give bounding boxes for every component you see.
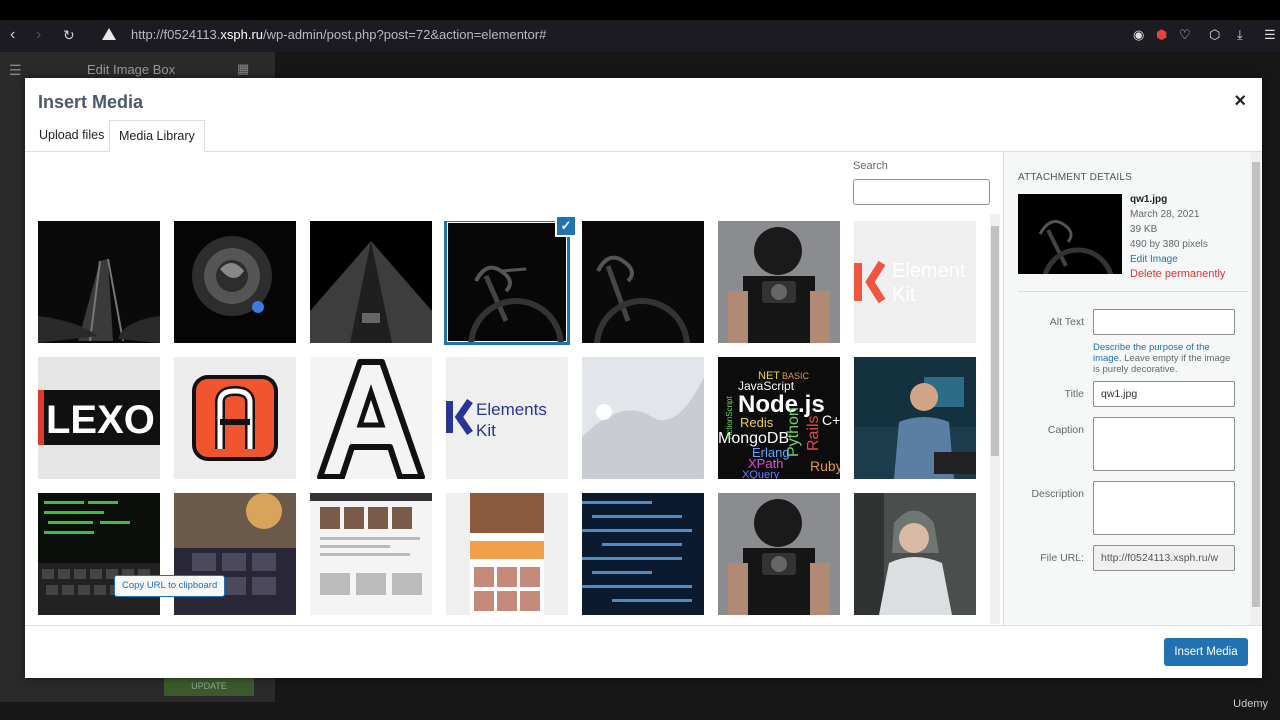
- modal-title: Insert Media: [38, 92, 144, 112]
- search-label: Search: [853, 160, 888, 172]
- media-item-man-computer[interactable]: [854, 357, 976, 479]
- elementskit2-text-1: Elements: [476, 400, 547, 419]
- media-item-code[interactable]: [582, 493, 704, 615]
- media-item-elementskit-2[interactable]: Elements Kit: [446, 357, 568, 479]
- media-item-photographer-2[interactable]: [718, 493, 840, 615]
- description-field[interactable]: [1093, 481, 1235, 535]
- alt-text-label: Alt Text: [1049, 316, 1084, 328]
- details-divider: [1018, 291, 1248, 292]
- caption-label: Caption: [1047, 424, 1084, 436]
- close-icon[interactable]: ×: [1234, 90, 1246, 113]
- modal-footer: Insert Media: [25, 625, 1262, 678]
- media-item-elementskit[interactable]: Element Kit: [854, 221, 976, 343]
- attachment-details-sidebar: ATTACHMENT DETAILS qw1.jpg March 28, 202…: [1003, 152, 1262, 625]
- word-rails: Rails: [805, 415, 822, 451]
- elementskit-text-1: Element: [892, 260, 966, 282]
- media-item-a-outline[interactable]: [310, 357, 432, 479]
- media-grid: Element Kit LEXO Elements Kit NET BASIC Ja…: [38, 221, 978, 621]
- delete-permanently-link[interactable]: Delete permanently: [1130, 267, 1225, 282]
- forward-icon[interactable]: ›: [36, 26, 41, 44]
- search-input[interactable]: [853, 179, 990, 205]
- sidebar-scrollbar[interactable]: [1250, 152, 1262, 625]
- details-meta: qw1.jpg March 28, 2021 39 KB 490 by 380 …: [1130, 192, 1225, 282]
- warning-icon[interactable]: [102, 28, 116, 40]
- file-url-label: File URL:: [1040, 552, 1084, 564]
- details-thumbnail: [1018, 194, 1122, 274]
- grid-icon[interactable]: ▦: [237, 61, 249, 77]
- title-label: Title: [1064, 388, 1084, 400]
- shield-icon[interactable]: ⬢: [1156, 27, 1167, 43]
- media-item-woman[interactable]: [854, 493, 976, 615]
- word-cpp: C++: [822, 412, 840, 428]
- word-xquery: XQuery: [742, 469, 780, 479]
- selected-check-icon[interactable]: ✓: [555, 215, 577, 237]
- caption-field[interactable]: [1093, 417, 1235, 471]
- camera-icon[interactable]: ◉: [1133, 27, 1144, 43]
- word-ruby: Ruby: [810, 458, 840, 474]
- media-item-placeholder[interactable]: [582, 357, 704, 479]
- panel-title: Edit Image Box: [87, 62, 176, 77]
- details-date: March 28, 2021: [1130, 209, 1200, 220]
- word-redis: Redis: [740, 415, 774, 430]
- copy-url-button[interactable]: Copy URL to clipboard: [114, 575, 226, 597]
- lexo-text: LEXO: [46, 398, 155, 442]
- tab-upload-files[interactable]: Upload files: [30, 120, 113, 152]
- word-nodejs: Node.js: [738, 391, 825, 418]
- media-item-website-light[interactable]: [310, 493, 432, 615]
- details-size: 39 KB: [1130, 224, 1158, 235]
- insert-media-button[interactable]: Insert Media: [1164, 638, 1248, 666]
- media-item-hands[interactable]: [38, 221, 160, 343]
- media-item-rose[interactable]: [174, 221, 296, 343]
- details-heading: ATTACHMENT DETAILS: [1018, 172, 1132, 183]
- elementskit2-text-2: Kit: [476, 421, 496, 440]
- file-url-field[interactable]: [1093, 545, 1235, 571]
- alt-text-field[interactable]: [1093, 309, 1235, 335]
- title-field[interactable]: [1093, 381, 1235, 407]
- media-item-nodejs[interactable]: NET BASIC JavaScript Node.js Redis Pytho…: [718, 357, 840, 479]
- grid-scrollbar[interactable]: [990, 214, 1000, 624]
- menu-icon[interactable]: ☰: [1264, 27, 1276, 43]
- insert-media-modal: Insert Media × Upload files Media Librar…: [25, 78, 1262, 678]
- udemy-watermark: Udemy: [1233, 698, 1268, 710]
- reload-icon[interactable]: ↻: [63, 27, 75, 44]
- elementskit-text-2: Kit: [892, 284, 916, 306]
- update-button[interactable]: UPDATE: [164, 676, 254, 696]
- media-item-lexo[interactable]: LEXO: [38, 357, 160, 479]
- back-icon[interactable]: ‹: [10, 26, 15, 44]
- box-icon[interactable]: ⬡: [1209, 27, 1220, 43]
- media-item-a-orange[interactable]: [174, 357, 296, 479]
- alt-text-help: Describe the purpose of the image. Leave…: [1093, 342, 1231, 375]
- media-item-building[interactable]: [310, 221, 432, 343]
- hamburger-icon[interactable]: ☰: [9, 62, 22, 79]
- media-item-bike-selected[interactable]: [444, 221, 570, 345]
- edit-image-link[interactable]: Edit Image: [1130, 252, 1225, 267]
- details-dimensions: 490 by 380 pixels: [1130, 239, 1208, 250]
- word-actionscript: ActionScript: [725, 396, 734, 439]
- media-item-website-orange[interactable]: [446, 493, 568, 615]
- download-icon[interactable]: ⤓: [1237, 27, 1243, 43]
- details-filename: qw1.jpg: [1130, 194, 1168, 205]
- description-label: Description: [1031, 488, 1084, 500]
- media-item-photographer[interactable]: [718, 221, 840, 343]
- tab-bar: Upload files Media Library: [25, 120, 1262, 152]
- browser-toolbar: ‹ › ↻ http://f0524113.xsph.ru/wp-admin/p…: [0, 0, 1280, 52]
- address-bar[interactable]: http://f0524113.xsph.ru/wp-admin/post.ph…: [131, 27, 546, 42]
- heart-icon[interactable]: ♡: [1179, 27, 1191, 43]
- tab-media-library[interactable]: Media Library: [109, 120, 205, 152]
- media-item-bike[interactable]: [582, 221, 704, 343]
